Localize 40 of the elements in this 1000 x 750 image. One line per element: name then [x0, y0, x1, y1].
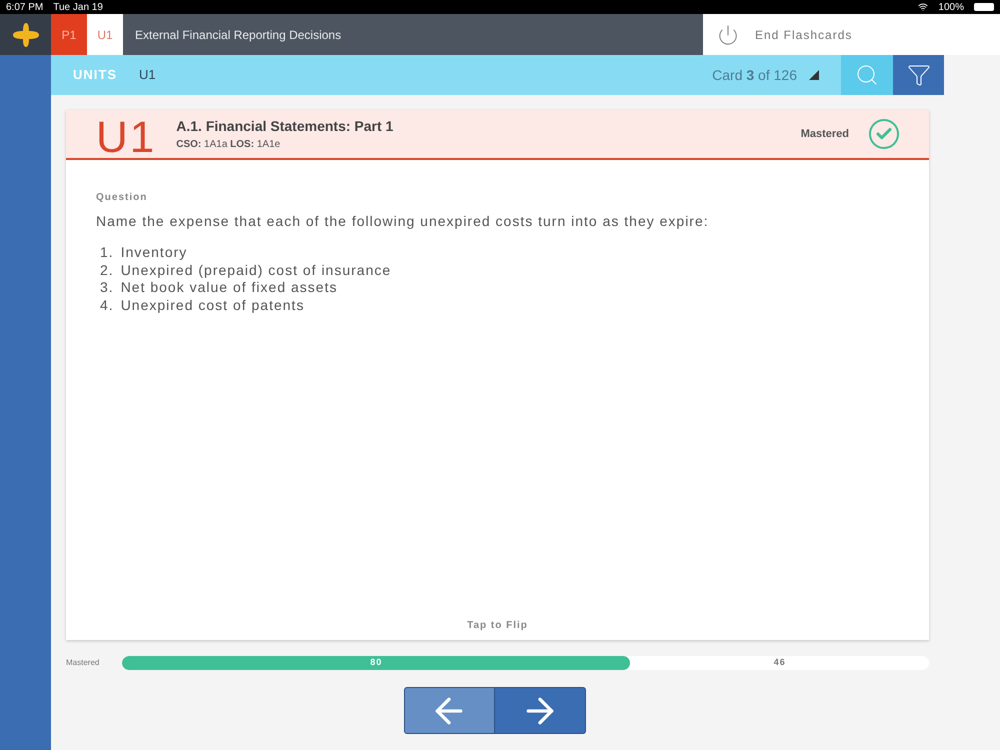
question-text: Name the expense that each of the following unexpired costs turn into as they expire: [96, 212, 710, 231]
battery-level: 100% [938, 0, 964, 14]
battery-icon [974, 3, 994, 11]
unit-label: U1 [139, 66, 156, 84]
status-date: Tue Jan 19 [53, 0, 103, 14]
next-button[interactable] [494, 687, 586, 734]
power-icon [717, 24, 739, 46]
list-number: 2. [100, 262, 114, 279]
question-label: Question [96, 191, 148, 205]
filter-button[interactable] [893, 55, 944, 95]
dropdown-triangle-icon[interactable] [809, 70, 819, 80]
list-number: 3. [100, 279, 114, 296]
list-number: 1. [100, 244, 114, 262]
search-icon [855, 63, 879, 87]
list-item: Inventory [120, 244, 188, 262]
part-tab[interactable]: P1 [51, 14, 87, 55]
end-flashcards-button[interactable]: End Flashcards [703, 14, 1000, 55]
list-item: Net book value of fixed assets [120, 279, 338, 296]
wifi-icon [918, 2, 928, 12]
progress-label: Mastered [66, 657, 100, 669]
card-title: A.1. Financial Statements: Part 1 [176, 117, 394, 136]
plus-logo-icon [12, 22, 40, 48]
previous-button[interactable] [404, 687, 494, 734]
section-title: External Financial Reporting Decisions [135, 26, 342, 44]
units-label[interactable]: UNITS [73, 65, 117, 85]
list-number: 4. [100, 296, 114, 314]
unit-tab[interactable]: U1 [87, 14, 123, 55]
mastered-status: Mastered [800, 126, 849, 142]
flip-hint[interactable]: Tap to Flip [467, 618, 528, 633]
list-item: Unexpired (prepaid) cost of insurance [120, 262, 392, 279]
remaining-count: 46 [774, 656, 786, 670]
card-codes: CSO: 1A1a LOS: 1A1e [176, 138, 282, 152]
logo-tile[interactable] [0, 14, 51, 55]
mastered-count: 80 [370, 656, 382, 670]
status-time: 6:07 PM [6, 0, 44, 14]
check-icon[interactable] [869, 119, 899, 149]
list-item: Unexpired cost of patents [120, 296, 304, 314]
filter-icon [906, 63, 930, 87]
unit-mark: U1 [96, 116, 156, 160]
card-counter[interactable]: Card 3 of 126 [712, 64, 797, 86]
